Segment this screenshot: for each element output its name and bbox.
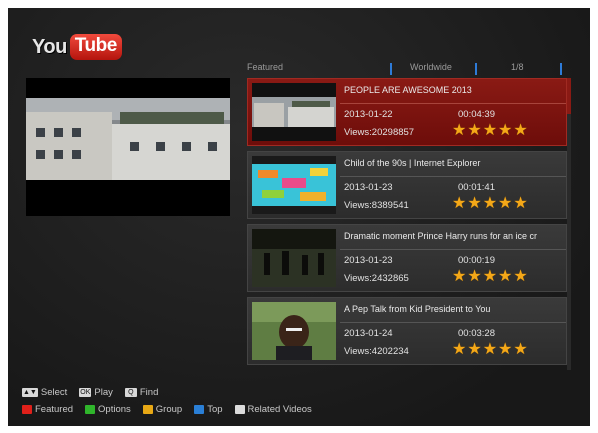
- hint-select: ▲▼ Select: [22, 387, 67, 398]
- rating-stars: ★ ★ ★ ★ ★: [452, 269, 528, 285]
- header-divider: [390, 63, 392, 75]
- hint-group[interactable]: Group: [142, 404, 183, 415]
- video-title: PEOPLE ARE AWESOME 2013: [344, 85, 472, 95]
- star-icon: ★: [452, 341, 467, 358]
- video-duration: 00:04:39: [458, 109, 495, 120]
- star-icon: ★: [498, 341, 513, 358]
- logo-you: You: [32, 35, 67, 58]
- ok-key-icon: OK: [79, 388, 92, 397]
- video-duration: 00:01:41: [458, 182, 495, 193]
- video-preview: [26, 78, 230, 216]
- video-thumbnail: [252, 156, 336, 214]
- yellow-key-icon: [142, 405, 153, 414]
- hint-label: Find: [139, 387, 159, 398]
- category-label[interactable]: Featured: [247, 62, 283, 76]
- item-divider: [340, 322, 566, 323]
- hint-label: Options: [98, 404, 131, 415]
- video-item[interactable]: Child of the 90s | Internet Explorer 201…: [247, 151, 567, 219]
- star-icon: ★: [467, 341, 482, 358]
- hint-label: Related Videos: [247, 404, 312, 415]
- star-icon: ★: [482, 195, 498, 212]
- star-icon: ★: [482, 341, 498, 358]
- hint-top[interactable]: Top: [194, 404, 223, 415]
- hint-featured[interactable]: Featured: [22, 404, 73, 415]
- hint-find: Q Find: [124, 387, 159, 398]
- red-key-icon: [22, 405, 32, 414]
- star-icon: ★: [452, 268, 467, 285]
- blue-key-icon: [194, 405, 205, 414]
- video-views: Views:8389541: [344, 200, 409, 211]
- green-key-icon: [85, 405, 96, 414]
- video-date: 2013-01-24: [344, 328, 393, 339]
- video-title: Dramatic moment Prince Harry runs for an…: [344, 231, 538, 241]
- arrows-key-icon: ▲▼: [22, 388, 38, 397]
- star-icon: ★: [482, 268, 498, 285]
- video-views: Views:4202234: [344, 346, 409, 357]
- key-hints: ▲▼ Select OK Play Q Find Featured Option…: [22, 384, 324, 418]
- video-thumbnail: [252, 83, 336, 141]
- star-icon: ★: [513, 268, 528, 285]
- star-icon: ★: [513, 195, 528, 212]
- star-icon: ★: [513, 122, 528, 139]
- video-thumbnail: [252, 302, 336, 360]
- hint-label: Top: [207, 404, 223, 415]
- star-icon: ★: [513, 341, 528, 358]
- tv-screen: You Tube Featured Worldwide 1/8 PEOPLE A…: [8, 8, 590, 426]
- rating-stars: ★ ★ ★ ★ ★: [452, 342, 528, 358]
- scrollbar-thumb[interactable]: [567, 78, 571, 114]
- video-date: 2013-01-23: [344, 255, 393, 266]
- video-duration: 00:00:19: [458, 255, 495, 266]
- hint-options[interactable]: Options: [85, 404, 131, 415]
- video-date: 2013-01-23: [344, 182, 393, 193]
- star-icon: ★: [498, 195, 513, 212]
- video-title: A Pep Talk from Kid President to You: [344, 304, 491, 314]
- hint-related[interactable]: Related Videos: [234, 404, 312, 415]
- hint-label: Play: [94, 387, 113, 398]
- video-duration: 00:03:28: [458, 328, 495, 339]
- video-views: Views:2432865: [344, 273, 409, 284]
- rating-stars: ★ ★ ★ ★ ★: [452, 123, 528, 139]
- hint-label: Select: [40, 387, 68, 398]
- rating-stars: ★ ★ ★ ★ ★: [452, 196, 528, 212]
- video-item[interactable]: PEOPLE ARE AWESOME 2013 2013-01-22 00:04…: [247, 78, 567, 146]
- region-label[interactable]: Worldwide: [410, 62, 452, 76]
- video-item[interactable]: A Pep Talk from Kid President to You 201…: [247, 297, 567, 365]
- video-views: Views:20298857: [344, 127, 415, 138]
- hint-play: OK Play: [79, 387, 113, 398]
- item-divider: [340, 176, 566, 177]
- video-date: 2013-01-22: [344, 109, 393, 120]
- page-indicator: 1/8: [511, 62, 524, 72]
- item-divider: [340, 103, 566, 104]
- find-key-icon: Q: [124, 388, 137, 397]
- logo-tube: Tube: [69, 34, 122, 60]
- preview-frame: [26, 98, 230, 180]
- youtube-logo: You Tube: [32, 32, 122, 62]
- header-divider: [475, 63, 477, 75]
- item-divider: [340, 249, 566, 250]
- star-icon: ★: [467, 268, 482, 285]
- video-thumbnail: [252, 229, 336, 287]
- star-icon: ★: [467, 195, 482, 212]
- star-icon: ★: [482, 122, 498, 139]
- list-scrollbar[interactable]: [567, 78, 571, 370]
- header-divider: [560, 63, 562, 75]
- star-icon: ★: [467, 122, 482, 139]
- white-key-icon: [234, 405, 245, 414]
- star-icon: ★: [452, 122, 467, 139]
- star-icon: ★: [498, 122, 513, 139]
- hint-label: Featured: [35, 404, 74, 415]
- video-title: Child of the 90s | Internet Explorer: [344, 158, 481, 168]
- video-item[interactable]: Dramatic moment Prince Harry runs for an…: [247, 224, 567, 292]
- star-icon: ★: [452, 195, 467, 212]
- hint-label: Group: [155, 404, 183, 415]
- star-icon: ★: [498, 268, 513, 285]
